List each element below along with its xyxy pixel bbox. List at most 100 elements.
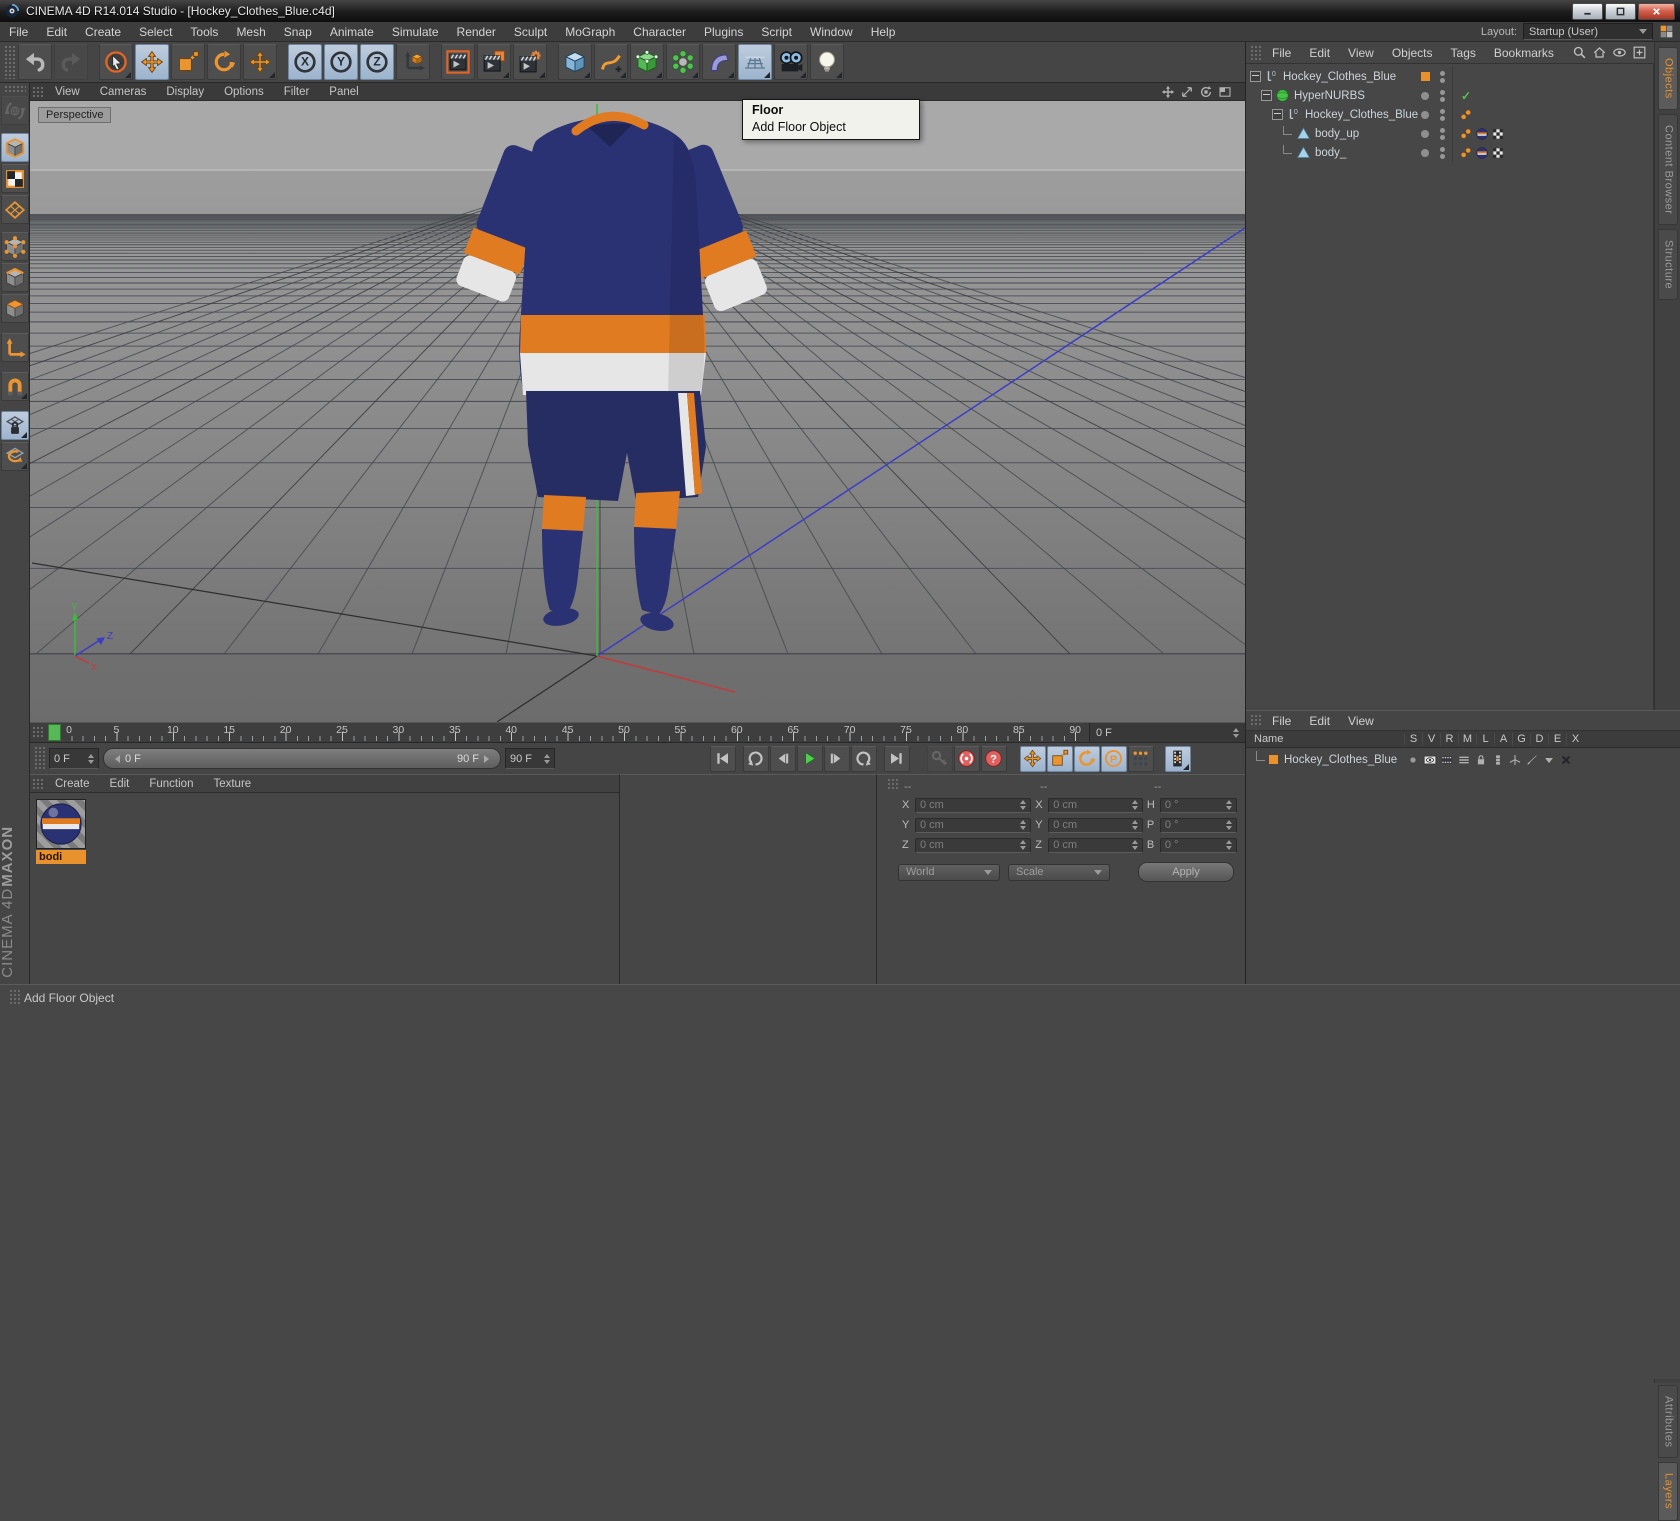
coord-field-0-2-h[interactable]: 0 ° [1159,797,1237,813]
layer-name[interactable]: Hockey_Clothes_Blue [1284,754,1397,766]
tab-objects[interactable]: Objects [1657,47,1678,110]
maximize-button[interactable] [1605,2,1636,20]
start-frame-spinner[interactable] [88,753,94,764]
layer-color-cell[interactable] [1418,110,1432,119]
viewport-zoom-icon[interactable] [1180,85,1195,99]
spinner[interactable] [1020,800,1027,810]
current-frame-field[interactable]: 0 F [1089,723,1245,742]
layer-color-cell[interactable] [1418,148,1432,157]
layer-row-hockey-clothes-blue[interactable]: Hockey_Clothes_Blue [1246,750,1680,769]
timeline-window-button[interactable] [1164,745,1191,772]
tree-expander[interactable] [1250,71,1261,82]
layout-dropdown[interactable]: Startup (User) [1523,23,1653,40]
cell-dot-icon[interactable] [1404,752,1421,768]
object-manager-grip[interactable] [1250,45,1261,60]
add-spline-button[interactable] [594,44,628,80]
add-camera-button[interactable] [774,44,808,80]
polygons-mode-button[interactable] [0,294,29,323]
key-position-button[interactable] [1019,745,1046,772]
main-menu-create[interactable]: Create [76,23,130,41]
layer-color-swatch[interactable] [1269,755,1278,764]
tree-row-hypernurbs[interactable]: HyperNURBS ✓ [1246,86,1653,105]
tree-expander[interactable] [1261,90,1272,101]
objects-menu-objects[interactable]: Objects [1383,44,1442,62]
frame-range-slider[interactable]: 0 F 90 F [103,748,501,769]
object-name[interactable]: body_ [1315,147,1346,159]
uvw-tag-icon[interactable] [1491,127,1505,141]
autokeying-button[interactable] [953,745,980,772]
uvw-tag-icon[interactable] [1491,146,1505,160]
scale-tool-button[interactable] [171,44,205,80]
view-label[interactable]: Perspective [38,107,112,123]
spinner[interactable] [1131,840,1138,850]
viewport-rotate-icon[interactable] [1199,85,1214,99]
add-panel-icon[interactable] [1632,45,1648,61]
viewport-grip[interactable] [32,86,43,97]
key-parameter-button[interactable]: P [1100,745,1127,772]
points-mode-button[interactable] [0,232,29,261]
add-hypernurbs-button[interactable] [630,44,664,80]
tree-row-hockey-clothes-blue[interactable]: 0 Hockey_Clothes_Blue [1246,105,1653,124]
object-name[interactable]: HyperNURBS [1294,90,1365,102]
cell-tri-icon[interactable] [1540,752,1557,768]
objects-menu-view[interactable]: View [1339,44,1383,62]
material-tag-icon[interactable] [1475,146,1489,160]
redo-button[interactable] [54,44,88,80]
tree-row-body[interactable]: body_ [1246,143,1653,162]
main-menu-character[interactable]: Character [624,23,695,41]
end-frame-spinner[interactable] [544,753,550,764]
cell-x-icon[interactable] [1557,752,1574,768]
viewport-menu-panel[interactable]: Panel [319,85,368,99]
layer-color-cell[interactable] [1418,72,1432,81]
layout-palette-icon[interactable] [1659,24,1674,39]
last-used-tool-button[interactable] [243,44,277,80]
objects-menu-bookmarks[interactable]: Bookmarks [1485,44,1563,62]
coordinate-system-button[interactable] [396,44,430,80]
palette-grip[interactable] [3,85,26,93]
key-scale-button[interactable] [1046,745,1073,772]
material-tag-icon[interactable] [1475,127,1489,141]
main-menu-window[interactable]: Window [801,23,862,41]
coord-field-0-0-x[interactable]: 0 cm [915,797,1032,813]
lock-y-axis-button[interactable]: Y [324,44,358,80]
visibility-dots[interactable] [1436,89,1448,102]
add-floor-object-button[interactable] [738,44,772,80]
objects-menu-tags[interactable]: Tags [1442,44,1485,62]
coord-field-1-2-p[interactable]: 0 ° [1159,817,1237,833]
undo-button[interactable] [18,44,52,80]
objects-menu-edit[interactable]: Edit [1300,44,1339,62]
coords-grip[interactable] [887,778,898,790]
enable-axis-modification-button[interactable] [0,333,29,362]
play-backwards-button[interactable] [742,745,769,772]
spinner[interactable] [1131,800,1138,810]
coordinate-system-dropdown[interactable]: World [898,863,1000,881]
home-icon[interactable] [1592,45,1608,61]
add-mograph-object-button[interactable] [666,44,700,80]
visibility-dots[interactable] [1436,127,1448,140]
workplane-modes-button[interactable] [0,442,29,471]
render-to-picture-viewer-button[interactable] [477,44,511,80]
transport-grip[interactable] [34,746,45,771]
spinner[interactable] [1226,820,1232,830]
viewport-canvas[interactable]: Y Z X Perspective [30,101,1245,722]
layer-manager-grip[interactable] [1250,714,1261,727]
model-mode-button[interactable] [0,133,29,162]
tab-content-browser[interactable]: Content Browser [1657,113,1678,226]
play-forwards-button[interactable] [796,745,823,772]
render-view-button[interactable] [441,44,475,80]
spinner[interactable] [1226,840,1232,850]
main-menu-mograph[interactable]: MoGraph [556,23,624,41]
add-light-button[interactable] [810,44,844,80]
layer-color-cell[interactable] [1418,91,1432,100]
search-icon[interactable] [1572,45,1588,61]
object-name[interactable]: Hockey_Clothes_Blue [1305,109,1418,121]
coord-field-1-0-y[interactable]: 0 cm [915,817,1032,833]
tab-structure[interactable]: Structure [1657,229,1678,301]
cell-bars-icon[interactable] [1455,752,1472,768]
playhead[interactable] [48,724,61,741]
cell-stack-icon[interactable] [1489,752,1506,768]
viewport-toggle-icon[interactable] [1218,85,1233,99]
main-menu-file[interactable]: File [0,23,37,41]
main-menu-select[interactable]: Select [130,23,181,41]
material-preview[interactable] [36,799,86,849]
